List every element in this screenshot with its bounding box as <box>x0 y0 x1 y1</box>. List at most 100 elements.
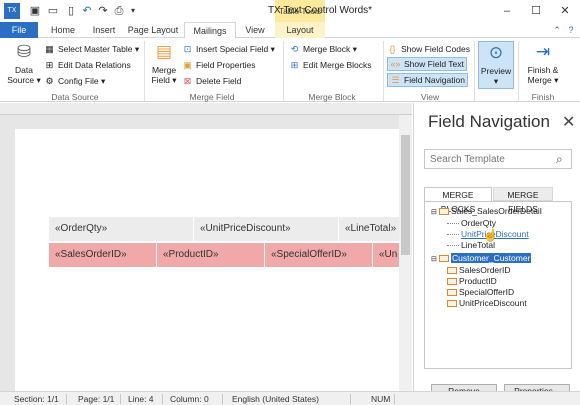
field-icon <box>447 289 457 297</box>
group-separator <box>518 41 519 101</box>
tab-view[interactable]: View <box>238 22 272 38</box>
field-navigation-button[interactable]: ☰ Field Navigation <box>387 73 468 87</box>
tree-field-node[interactable]: ProductID <box>447 276 497 286</box>
tree-node-label: OrderQty <box>461 218 496 228</box>
collapse-icon[interactable]: ⊟ <box>431 208 439 218</box>
document-page[interactable]: «OrderQty» «UnitPriceDiscount» «LineTota… <box>15 129 400 391</box>
document-area: «OrderQty» «UnitPriceDiscount» «LineTota… <box>0 103 412 391</box>
tree-field-node[interactable]: OrderQty <box>447 218 496 228</box>
delete-field-button[interactable]: ⊠ Delete Field <box>182 74 242 88</box>
table-cell[interactable]: «UnitPriceDiscount» <box>194 217 339 241</box>
tree-block-node[interactable]: ⊟ Sales_SalesOrderDetail <box>431 206 542 218</box>
data-source-label: Data Source ▾ <box>7 65 41 85</box>
table-cell[interactable]: «OrderQty» <box>49 217 194 241</box>
tree-node-label: SalesOrderID <box>459 265 511 275</box>
ribbon-tab-bar: File Home Insert Page Layout Mailings Vi… <box>0 22 580 39</box>
search-input[interactable] <box>424 149 572 169</box>
tab-insert[interactable]: Insert <box>86 22 122 38</box>
help-icon[interactable]: ? <box>564 22 578 38</box>
field-text-icon: «» <box>390 58 401 69</box>
tree-line <box>447 223 459 225</box>
edit-data-relations-label: Edit Data Relations <box>58 60 131 70</box>
merge-block-icon <box>439 208 449 216</box>
group-label-merge-block: Merge Block <box>308 92 356 102</box>
tab-file[interactable]: File <box>0 22 38 38</box>
table-cell[interactable]: «Un <box>373 243 400 267</box>
table-cell[interactable]: «SpecialOfferID» <box>265 243 373 267</box>
status-separator <box>350 394 351 404</box>
tree-node-label: Customer_Customer <box>451 253 532 263</box>
table-cell[interactable]: «ProductID» <box>157 243 265 267</box>
edit-merge-blocks-button[interactable]: ⊞ Edit Merge Blocks <box>289 58 372 72</box>
preview-button[interactable]: ⊙ Preview ▾ <box>478 41 514 89</box>
tab-home[interactable]: Home <box>42 22 84 38</box>
status-num-lock: NUM <box>371 394 391 404</box>
tab-mailings[interactable]: Mailings <box>184 22 236 39</box>
finish-merge-button[interactable]: ⇥ Finish & Merge ▾ <box>520 41 566 85</box>
tab-merge-fields[interactable]: MERGE FIELDS <box>493 187 553 214</box>
field-properties-label: Field Properties <box>196 60 256 70</box>
edit-data-relations-button[interactable]: ⊞ Edit Data Relations <box>44 58 131 72</box>
show-field-codes-button[interactable]: {} Show Field Codes <box>387 42 470 56</box>
select-master-table-button[interactable]: ▦ Select Master Table ▾ <box>44 42 139 56</box>
show-field-text-label: Show Field Text <box>404 59 464 69</box>
status-column: Column: 0 <box>170 394 209 404</box>
group-separator <box>283 41 284 101</box>
field-codes-icon: {} <box>389 43 396 54</box>
panel-title: Field Navigation <box>428 112 550 131</box>
field-properties-button[interactable]: ▣ Field Properties <box>182 58 256 72</box>
status-separator <box>222 394 223 404</box>
status-separator <box>120 394 121 404</box>
tree-block-node[interactable]: ⊟ Customer_Customer <box>431 253 532 265</box>
collapse-icon[interactable]: ⊟ <box>431 255 439 265</box>
status-language: English (United States) <box>232 394 319 404</box>
close-button[interactable]: ✕ <box>550 0 580 22</box>
special-field-icon: ⊡ <box>183 43 192 54</box>
edit-merge-blocks-icon: ⊞ <box>290 59 299 70</box>
group-separator <box>144 41 145 101</box>
table-cell[interactable]: «SalesOrderID» <box>49 243 157 267</box>
config-file-button[interactable]: ⚙ Config File ▾ <box>44 74 105 88</box>
group-separator <box>474 41 475 101</box>
tree-field-node[interactable]: UnitPriceDiscount <box>447 298 527 308</box>
field-icon <box>447 267 457 275</box>
collapse-ribbon-icon[interactable]: ⌃ <box>550 22 564 38</box>
tree-field-node[interactable]: SpecialOfferID <box>447 287 514 297</box>
tab-page-layout[interactable]: Page Layout <box>124 22 182 38</box>
preview-label: Preview ▾ <box>480 66 512 86</box>
tab-merge-blocks[interactable]: MERGE BLOCKS <box>424 187 492 214</box>
status-separator <box>162 394 163 404</box>
open-folder-icon[interactable]: ▭ <box>46 4 60 18</box>
gear-icon: ⚙ <box>45 75 54 86</box>
insert-special-field-label: Insert Special Field ▾ <box>196 43 275 54</box>
table-cell[interactable]: «LineTotal» <box>339 217 400 241</box>
merge-block-button[interactable]: ⟲ Merge Block ▾ <box>289 42 357 56</box>
merge-field-label: Merge Field ▾ <box>151 65 177 85</box>
show-field-text-button[interactable]: «» Show Field Text <box>387 57 467 71</box>
search-icon[interactable]: ⌕ <box>556 152 563 167</box>
new-document-icon[interactable]: ▯ <box>64 4 78 18</box>
status-page: Page: 1/1 <box>78 394 115 404</box>
tab-layout[interactable]: Layout <box>275 22 325 38</box>
tree-field-node[interactable]: SalesOrderID <box>447 265 511 275</box>
select-master-table-label: Select Master Table ▾ <box>58 43 140 54</box>
delete-field-label: Delete Field <box>196 76 242 86</box>
relations-icon: ⊞ <box>45 59 54 70</box>
data-source-button[interactable]: ⛁ Data Source ▾ <box>6 41 42 85</box>
group-label-data-source: Data Source <box>51 92 99 102</box>
field-navigation-label: Field Navigation <box>404 75 465 85</box>
save-icon[interactable]: ▣ <box>28 4 42 18</box>
insert-special-field-button[interactable]: ⊡ Insert Special Field ▾ <box>182 42 275 56</box>
minimize-button[interactable]: – <box>492 0 522 22</box>
field-navigation-icon: ☰ <box>391 74 400 85</box>
tree-line <box>447 245 459 247</box>
tree-line <box>447 234 459 236</box>
group-label-merge-field: Merge Field <box>189 92 235 102</box>
database-icon: ⛁ <box>16 42 32 61</box>
maximize-button[interactable]: ☐ <box>521 0 551 22</box>
scrollbar-thumb[interactable] <box>401 135 410 255</box>
panel-close-button[interactable]: ✕ <box>562 112 575 132</box>
merge-field-button[interactable]: ▤ Merge Field ▾ <box>148 41 180 85</box>
status-bar: Section: 1/1 Page: 1/1 Line: 4 Column: 0… <box>0 391 580 405</box>
group-separator <box>383 41 384 101</box>
